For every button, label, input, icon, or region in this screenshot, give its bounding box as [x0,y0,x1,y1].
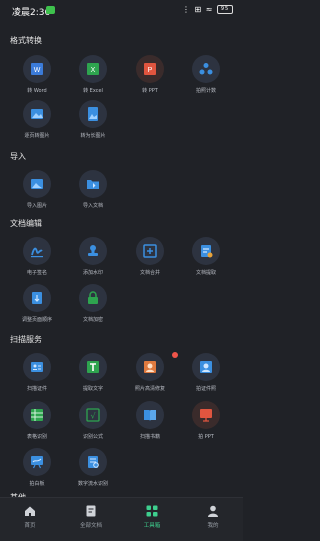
status-bar: 凌晨2:36 ⋮ ⊞ ≈ 95 [0,0,243,22]
tool-label: 识别公式 [82,434,103,440]
word-icon: W [23,55,51,83]
lock-icon [79,284,107,312]
count-icon [192,55,220,83]
tool-to-excel[interactable]: X 转 Excel [65,55,121,94]
document-icon [86,505,96,517]
whiteboard-icon [23,448,51,476]
tab-label: 工具箱 [143,523,161,529]
tool-to-long-image[interactable]: 转为长图片 [65,100,121,139]
folder-import-icon [79,170,107,198]
text-icon [79,353,107,381]
formula-icon: √ [79,401,107,429]
tool-merge-documents[interactable]: 文档合并 [122,237,178,276]
tool-label: 逐页转图片 [24,133,50,139]
tool-label: 拍 PPT [198,434,214,440]
tool-extract-text[interactable]: 提取文字 [65,353,121,392]
tool-label: 数字流水识别 [77,481,108,487]
long-image-icon [79,100,107,128]
tab-toolbox[interactable]: 工具箱 [122,504,182,529]
tool-label: 文档合并 [139,270,160,276]
status-icons: ⋮ ⊞ ≈ 95 [182,5,233,14]
tool-label: 转为长图片 [80,133,106,139]
tool-label: 拍照计数 [195,88,216,94]
tool-label: 文档提取 [195,270,216,276]
stamp-icon [79,237,107,265]
merge-icon [136,237,164,265]
section-title-format: 格式转换 [10,36,42,45]
tab-label: 全部文档 [79,523,102,529]
tool-label: 表格识别 [26,434,47,440]
presentation-icon [192,401,220,429]
tool-scan-books[interactable]: 扫描书籍 [122,401,178,440]
tool-label: 拍证件照 [195,386,216,392]
tool-photo-count[interactable]: 拍照计数 [178,55,234,94]
tool-reorder-pages[interactable]: 调整页面顺序 [9,284,65,323]
photo-restore-icon [136,353,164,381]
svg-text:X: X [91,67,96,74]
excel-icon: X [79,55,107,83]
import-image-icon [23,170,51,198]
svg-text:P: P [148,67,153,74]
tool-label: 电子签名 [26,270,47,276]
tool-formula-recognition[interactable]: √ 识别公式 [65,401,121,440]
extract-icon [192,237,220,265]
tool-encrypt-document[interactable]: 文档加密 [65,284,121,323]
tab-home[interactable]: 首页 [0,504,60,529]
tool-label: 转 Word [27,88,47,94]
tool-page-to-image[interactable]: 逐页转图片 [9,100,65,139]
tool-add-watermark[interactable]: 添加水印 [65,237,121,276]
image-pages-icon [23,100,51,128]
id-card-icon [23,353,51,381]
grid-icon [146,505,158,517]
tool-label: 扫描证件 [26,386,47,392]
battery-icon: 95 [217,5,233,14]
tool-extract-document[interactable]: 文档提取 [178,237,234,276]
tab-label: 我的 [207,523,219,529]
tool-label: 添加水印 [82,270,103,276]
tool-label: 调整页面顺序 [21,317,52,323]
tool-label: 导入文档 [82,203,103,209]
tool-table-recognition[interactable]: 表格识别 [9,401,65,440]
book-icon [136,401,164,429]
tool-import-image[interactable]: 导入图片 [9,170,65,209]
statement-scan-icon [79,448,107,476]
svg-text:√: √ [90,412,96,421]
tool-label: 照片高清修复 [134,386,165,392]
tool-id-photo[interactable]: 拍证件照 [178,353,234,392]
status-time: 凌晨2:36 [12,8,51,18]
tool-to-ppt[interactable]: P 转 PPT [122,55,178,94]
tool-label: 提取文字 [82,386,103,392]
wechat-notification-icon [46,6,55,14]
section-title-scan: 扫描服务 [10,335,42,344]
tool-e-signature[interactable]: 电子签名 [9,237,65,276]
tool-label: 拍白板 [29,481,45,487]
signal-wifi-icons: ⋮ ⊞ ≈ [181,5,214,14]
tool-label: 转 PPT [142,88,158,94]
bottom-tab-bar: 首页 全部文档 工具箱 我的 [0,497,243,541]
tool-import-document[interactable]: 导入文档 [65,170,121,209]
tab-me[interactable]: 我的 [183,504,243,529]
section-title-import: 导入 [10,152,26,161]
tool-capture-ppt[interactable]: 拍 PPT [178,401,234,440]
home-icon [25,506,35,516]
ppt-icon: P [136,55,164,83]
tool-scan-id[interactable]: 扫描证件 [9,353,65,392]
tool-photo-restore[interactable]: 照片高清修复 [122,352,178,392]
tab-label: 首页 [24,523,36,529]
tab-all-documents[interactable]: 全部文档 [61,504,121,529]
tool-statement-recognition[interactable]: 数字流水识别 [65,448,121,487]
section-title-edit: 文档编辑 [10,219,42,228]
table-icon [23,401,51,429]
portrait-icon [192,353,220,381]
tool-to-word[interactable]: W 转 Word [9,55,65,94]
svg-text:W: W [34,67,41,74]
user-icon [208,505,218,517]
tool-label: 导入图片 [26,203,47,209]
tool-capture-whiteboard[interactable]: 拍白板 [9,448,65,487]
tool-label: 扫描书籍 [139,434,160,440]
reorder-icon [23,284,51,312]
tool-label: 文档加密 [82,317,103,323]
signature-icon [23,237,51,265]
tool-label: 转 Excel [83,88,103,94]
